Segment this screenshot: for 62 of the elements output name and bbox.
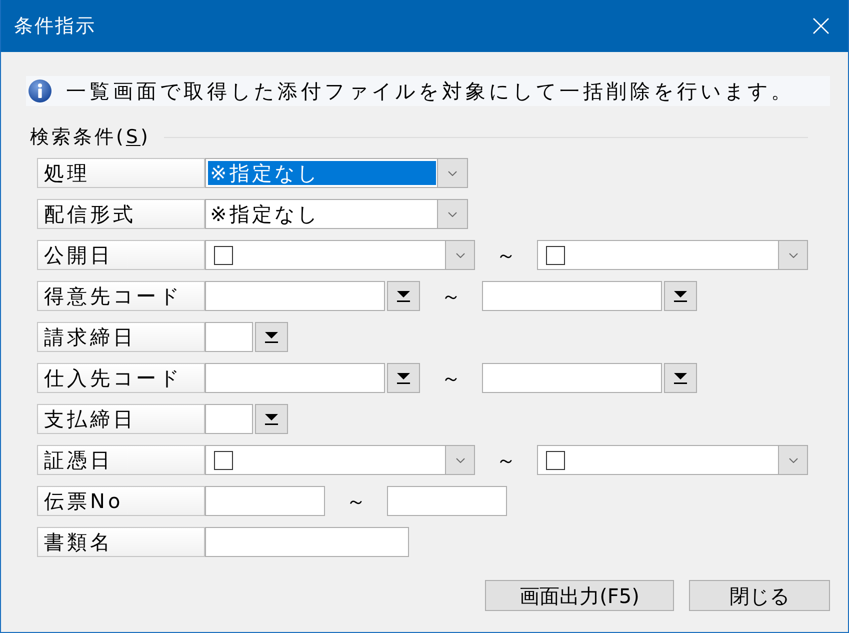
dropdown-button[interactable]	[778, 446, 807, 474]
triangle-down-icon	[397, 372, 410, 384]
chevron-down-icon	[448, 170, 457, 176]
chevron-down-icon	[456, 252, 464, 258]
input-field[interactable]	[482, 281, 662, 311]
range-separator: ～	[495, 450, 517, 470]
input-field[interactable]	[205, 486, 325, 516]
combo-box[interactable]: ※指定なし	[205, 199, 468, 229]
combo-box[interactable]: ※指定なし	[205, 158, 468, 188]
range-separator: ～	[495, 245, 517, 265]
chevron-down-icon	[456, 458, 464, 462]
dropdown-button[interactable]	[445, 241, 474, 269]
dialog-button[interactable]: 閉じる	[689, 580, 830, 611]
triangle-down-icon	[397, 290, 410, 302]
triangle-down-icon	[265, 332, 278, 342]
field-label: 配信形式	[37, 199, 205, 229]
input-field[interactable]	[205, 404, 253, 434]
checkbox[interactable]	[546, 246, 565, 264]
combo-value: ※指定なし	[209, 202, 320, 226]
input-field[interactable]	[205, 363, 385, 393]
checkbox[interactable]	[546, 450, 565, 470]
input-field[interactable]	[387, 486, 507, 516]
lookup-button[interactable]	[387, 363, 420, 393]
chevron-down-icon	[788, 252, 798, 258]
triangle-down-icon	[265, 414, 278, 424]
checkbox[interactable]	[214, 450, 233, 470]
field-label: 伝票No	[37, 486, 205, 516]
lookup-button[interactable]	[664, 363, 697, 393]
field-label: 支払締日	[37, 404, 205, 434]
input-field[interactable]	[205, 281, 385, 311]
field-label: 証憑日	[37, 445, 205, 475]
lookup-button[interactable]	[255, 404, 288, 434]
lookup-button[interactable]	[664, 281, 697, 311]
input-field[interactable]	[205, 527, 409, 557]
dropdown-button[interactable]	[778, 241, 807, 269]
dialog-button[interactable]: 画面出力(F5)	[485, 580, 674, 611]
field-label: 仕入先コード	[37, 363, 205, 393]
input-field[interactable]	[482, 363, 662, 393]
checkbox[interactable]	[214, 246, 233, 264]
field-label: 得意先コード	[37, 281, 205, 311]
chevron-down-icon	[788, 458, 798, 462]
info-message: 一覧画面で取得した添付ファイルを対象にして一括削除を行います。	[66, 81, 794, 101]
window-title: 条件指示	[14, 16, 96, 36]
dropdown-button[interactable]	[437, 200, 467, 228]
dropdown-button[interactable]	[437, 159, 467, 187]
field-label: 処理	[37, 158, 205, 188]
combo-value: ※指定なし	[208, 161, 436, 185]
field-label: 書類名	[37, 527, 205, 557]
close-icon	[813, 18, 829, 34]
triangle-down-icon	[674, 372, 687, 384]
group-label: 検索条件(S)	[30, 128, 150, 146]
chevron-down-icon	[448, 212, 457, 216]
field-label: 公開日	[37, 240, 205, 270]
range-separator: ～	[345, 491, 367, 511]
dropdown-button[interactable]	[445, 446, 474, 474]
range-separator: ～	[440, 368, 462, 388]
input-field[interactable]	[205, 322, 253, 352]
lookup-button[interactable]	[387, 281, 420, 311]
range-separator: ～	[440, 286, 462, 306]
triangle-down-icon	[674, 290, 687, 302]
lookup-button[interactable]	[255, 322, 288, 352]
field-label: 請求締日	[37, 322, 205, 352]
